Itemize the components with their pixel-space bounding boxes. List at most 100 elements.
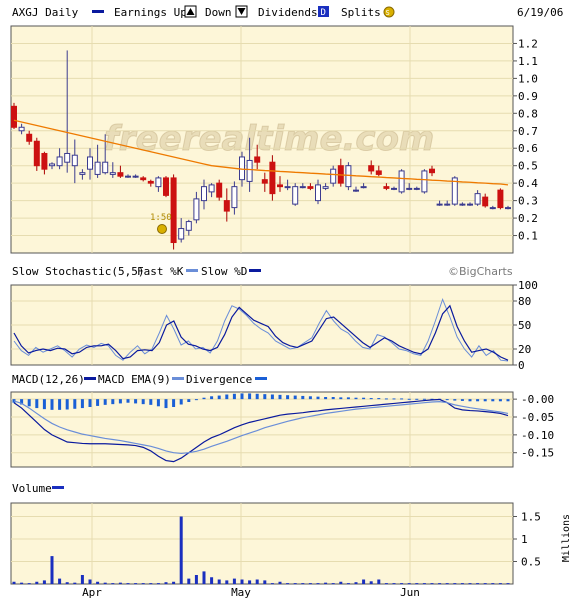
price-tick-label: 0.6	[518, 142, 538, 155]
candle-body	[155, 177, 162, 188]
candle-body	[353, 189, 359, 192]
divergence-bar	[179, 399, 183, 405]
candle-body	[292, 186, 299, 205]
svg-text:D: D	[321, 8, 326, 18]
volume-bar	[225, 580, 229, 584]
volume-bar	[476, 583, 480, 585]
earnings-down-icon	[235, 5, 248, 18]
divergence-bar	[263, 394, 267, 400]
price-tick-label: 0.9	[518, 90, 538, 103]
candle-body	[444, 203, 451, 206]
volume-unit-label: Millions	[561, 514, 572, 562]
volume-bar	[369, 581, 373, 584]
candle-body	[94, 161, 101, 175]
fastk-swatch	[186, 269, 198, 272]
candle-body	[185, 221, 192, 231]
candle-body	[117, 172, 124, 177]
volume-bar	[50, 556, 54, 584]
volume-bar	[483, 583, 487, 585]
volume-bar	[438, 583, 442, 585]
bigcharts-credit: ©BigCharts	[448, 265, 513, 278]
divergence-bar	[415, 398, 419, 400]
candle-body	[64, 152, 71, 163]
x-tick-label: Apr	[82, 586, 102, 599]
divergence-bar	[126, 399, 130, 403]
candle-body	[56, 156, 63, 167]
volume-bar	[118, 582, 122, 584]
candle-body	[178, 228, 185, 240]
candle-body	[345, 165, 352, 188]
divergence-bar	[324, 397, 328, 400]
volume-bar	[422, 583, 426, 585]
slowd-swatch	[249, 269, 261, 272]
price-tick-label: 0.7	[518, 125, 538, 138]
volume-bar	[453, 583, 457, 585]
volume-bar	[172, 581, 176, 584]
stoch-tick-label: 80	[518, 295, 531, 308]
candle-body	[467, 203, 473, 206]
volume-bar	[263, 580, 267, 584]
volume-bar	[460, 583, 464, 585]
macd-swatch	[84, 377, 96, 380]
volume-bar	[301, 583, 305, 585]
divergence-bar	[73, 399, 77, 409]
divergence-bar	[187, 399, 191, 402]
volume-bar	[134, 583, 138, 585]
divergence-bar	[270, 394, 274, 400]
volume-bar	[445, 583, 449, 585]
candle-body	[391, 187, 397, 190]
divergence-bar	[476, 399, 480, 402]
divergence-bar	[80, 399, 84, 409]
divergence-bar	[172, 399, 176, 407]
divergence-bar	[65, 399, 69, 410]
header: AXGJ Daily Earnings Up Down Dividends D …	[12, 5, 563, 19]
candle-body	[330, 168, 337, 184]
volume-tick-label: 1.5	[521, 511, 541, 524]
divergence-bar	[491, 399, 495, 402]
candle-body	[102, 161, 109, 174]
candle-body	[261, 179, 268, 184]
stochastic-title: Slow Stochastic(5,5)	[12, 265, 144, 278]
divergence-bar	[445, 399, 449, 401]
volume-bar	[331, 583, 335, 585]
divergence-bar	[369, 398, 373, 400]
candle-body	[201, 186, 207, 202]
divergence-bar	[308, 396, 312, 400]
symbol-label: AXGJ Daily	[12, 6, 79, 19]
divergence-bar	[103, 399, 107, 405]
candle-body	[71, 154, 78, 167]
divergence-bar	[460, 399, 464, 401]
divergence-bar	[422, 398, 426, 400]
volume-bar	[498, 583, 502, 585]
candle-body	[79, 172, 86, 175]
candle-body	[497, 189, 504, 209]
divergence-label: Divergence	[186, 373, 252, 386]
stochastic-legend-fastk: Fast %K	[137, 265, 184, 278]
price-tick-label: 0.8	[518, 107, 538, 120]
candle-body	[170, 177, 177, 244]
candle-body	[254, 156, 261, 163]
volume-bar	[430, 583, 434, 585]
candle-body	[459, 203, 466, 206]
candle-body	[140, 177, 147, 181]
divergence-bar	[301, 395, 305, 400]
candle-body	[375, 170, 382, 175]
candle-body	[231, 186, 238, 209]
divergence-bar	[35, 399, 39, 409]
divergence-bar	[111, 399, 115, 405]
price-tick-label: 0.2	[518, 212, 538, 225]
chart-svg: AXGJ Daily Earnings Up Down Dividends D …	[10, 5, 572, 599]
volume-bar	[339, 581, 343, 584]
divergence-bar	[50, 399, 54, 410]
volume-title: Volume	[12, 482, 52, 495]
price-tick-label: 0.4	[518, 177, 538, 190]
candle-body	[482, 196, 489, 207]
symbol-legend-swatch	[92, 10, 104, 13]
candle-body	[216, 182, 223, 198]
macd-tick-label: -0.05	[521, 411, 554, 424]
divergence-swatch	[255, 377, 267, 380]
volume-bar	[506, 583, 510, 585]
volume-bar	[468, 583, 472, 585]
volume-bar	[103, 582, 107, 584]
divergence-bar	[362, 397, 366, 400]
